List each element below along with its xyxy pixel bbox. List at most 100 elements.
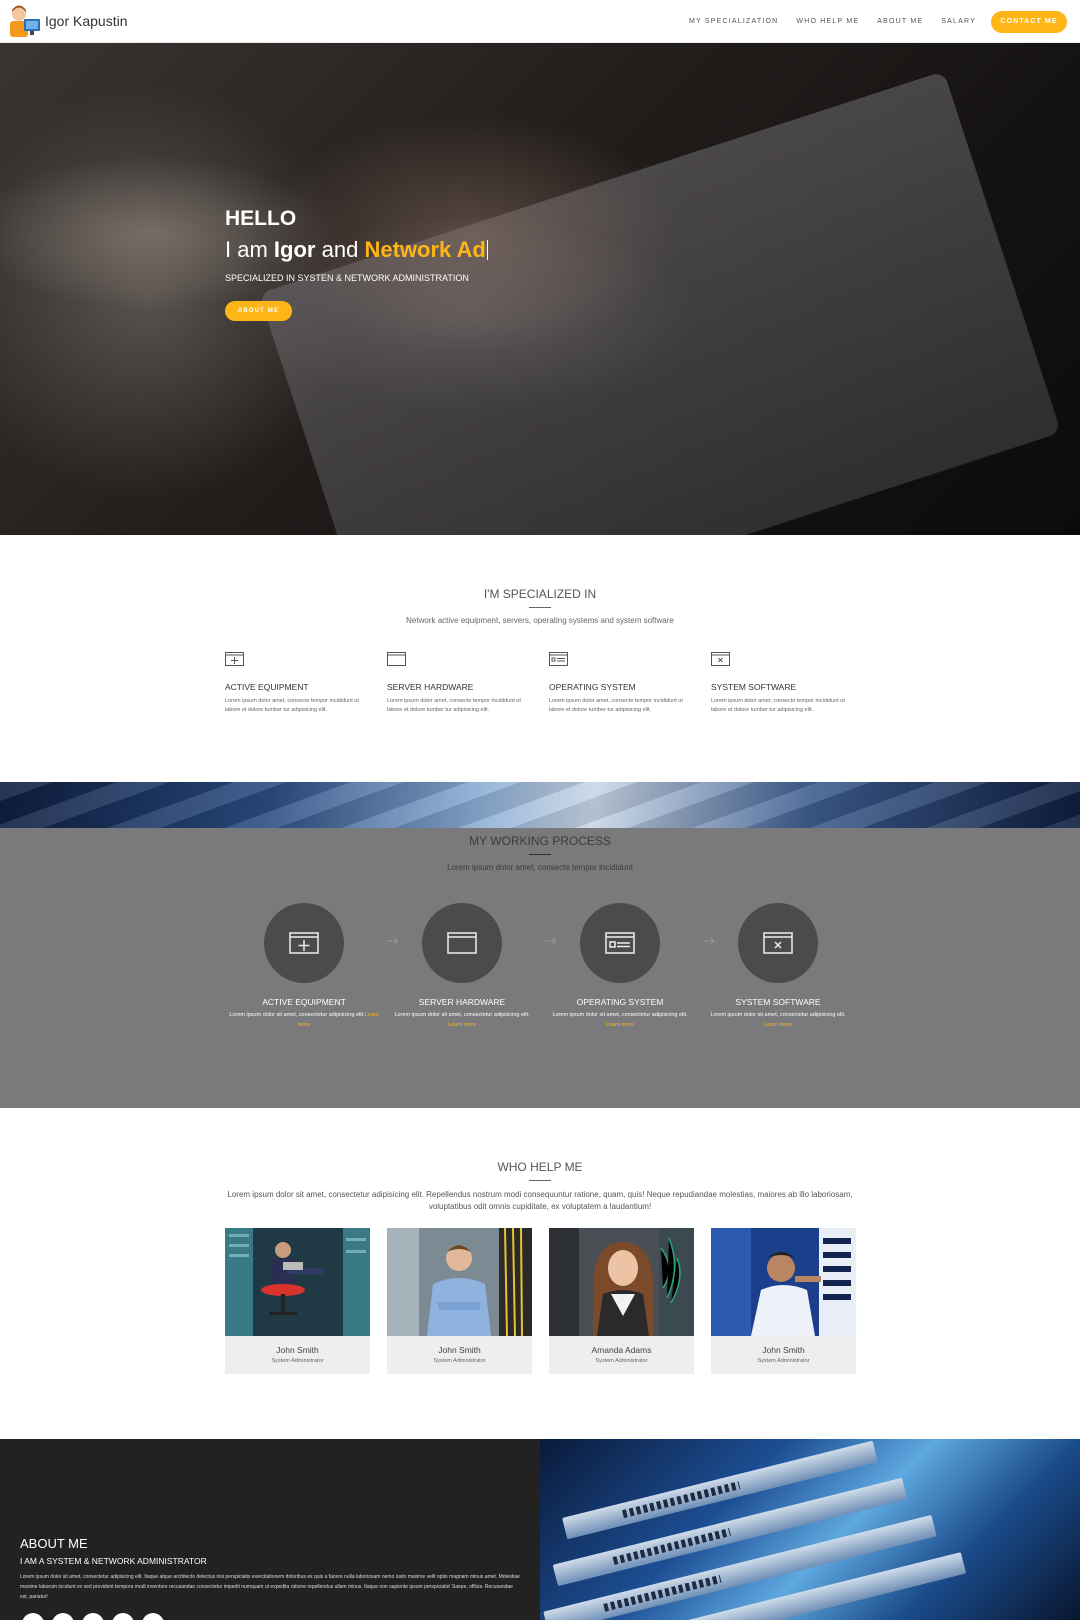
process-circle bbox=[264, 903, 344, 983]
member-role: System Administrator bbox=[271, 1358, 324, 1364]
process-step-title: SYSTEM SOFTWARE bbox=[735, 997, 821, 1007]
who-help-me-section: WHO HELP ME Lorem ipsum dolor sit amet, … bbox=[0, 1108, 1080, 1439]
specialized-grid: ACTIVE EQUIPMENT Lorem ipsum dolor amet,… bbox=[225, 651, 873, 715]
google-plus-icon[interactable] bbox=[112, 1613, 134, 1620]
team-member-card[interactable]: John Smith System Administrator bbox=[225, 1228, 370, 1374]
spec-item: SERVER HARDWARE Lorem ipsum dolor amet, … bbox=[387, 651, 549, 715]
social-links bbox=[22, 1613, 172, 1620]
list-window-icon bbox=[549, 652, 568, 666]
spec-item-title: SYSTEM SOFTWARE bbox=[711, 682, 797, 692]
process-step-text: Lorem ipsum dolor sit amet, consectetur … bbox=[699, 1010, 857, 1030]
specialized-section: I'M SPECIALIZED IN Network active equipm… bbox=[0, 535, 1080, 782]
about-text-panel: ABOUT ME I AM A SYSTEM & NETWORK ADMINIS… bbox=[0, 1439, 540, 1620]
about-subtitle: I AM A SYSTEM & NETWORK ADMINISTRATOR bbox=[20, 1556, 207, 1566]
hero-hello: HELLO bbox=[225, 207, 297, 230]
server-rack-image bbox=[540, 1439, 1080, 1620]
spec-item-text: Lorem ipsum dolor amet, consecte tempor … bbox=[387, 698, 521, 713]
spec-item-text: Lorem ipsum dolor amet, consecte tempor … bbox=[711, 698, 845, 713]
member-photo bbox=[711, 1228, 856, 1336]
nav-links: MY SPECIALIZATION WHO HELP ME ABOUT ME S… bbox=[680, 0, 1067, 43]
hero-subtitle: SPECIALIZED IN SYSTEN & NETWORK ADMINIST… bbox=[225, 273, 469, 283]
contact-me-button[interactable]: CONTACT ME bbox=[991, 10, 1067, 33]
move-window-icon bbox=[225, 652, 244, 666]
section-title: WHO HELP ME bbox=[497, 1160, 583, 1174]
team-member-card[interactable]: John Smith System Administrator bbox=[711, 1228, 856, 1374]
working-process-section: MY WORKING PROCESS Lorem ipsum dolor ame… bbox=[0, 782, 1080, 1108]
nav-link-my-specialization[interactable]: MY SPECIALIZATION bbox=[689, 18, 778, 25]
spec-item: SYSTEM SOFTWARE Lorem ipsum dolor amet, … bbox=[711, 651, 873, 715]
specialized-header: I'M SPECIALIZED IN Network active equipm… bbox=[0, 587, 1080, 625]
spec-item-text: Lorem ipsum dolor amet, consecte tempor … bbox=[549, 698, 683, 713]
avatar-logo-icon bbox=[6, 3, 42, 39]
process-step: SYSTEM SOFTWARE Lorem ipsum dolor sit am… bbox=[699, 903, 857, 1030]
member-photo bbox=[387, 1228, 532, 1336]
process-step-title: ACTIVE EQUIPMENT bbox=[262, 997, 346, 1007]
process-step: → ACTIVE EQUIPMENT Lorem ipsum dolor sit… bbox=[225, 903, 399, 1030]
process-step-text: Lorem ipsum dolor sit amet, consectetur … bbox=[541, 1010, 699, 1030]
member-photo bbox=[549, 1228, 694, 1336]
process-circle bbox=[422, 903, 502, 983]
process-step: → OPERATING SYSTEM Lorem ipsum dolor sit… bbox=[541, 903, 715, 1030]
team-member-card[interactable]: John Smith System Administrator bbox=[387, 1228, 532, 1374]
about-me-button[interactable]: ABOUT ME bbox=[225, 301, 292, 321]
member-name: John Smith bbox=[438, 1345, 481, 1355]
process-step-text: Lorem ipsum dolor sit amet, consectetur … bbox=[383, 1010, 541, 1030]
title-divider bbox=[529, 607, 551, 608]
learn-more-link[interactable]: Learn more bbox=[606, 1022, 634, 1028]
close-window-icon bbox=[711, 652, 730, 666]
section-subtitle: Network active equipment, servers, opera… bbox=[406, 616, 674, 625]
linkedin-icon[interactable] bbox=[82, 1613, 104, 1620]
title-divider bbox=[529, 1180, 551, 1181]
spec-item-text: Lorem ipsum dolor amet, consecte tempor … bbox=[225, 698, 359, 713]
member-photo bbox=[225, 1228, 370, 1336]
member-name: Amanda Adams bbox=[591, 1345, 652, 1355]
process-header: MY WORKING PROCESS Lorem ipsum dolor ame… bbox=[0, 834, 1080, 872]
close-window-icon bbox=[763, 932, 793, 954]
team-grid: John Smith System Administrator John Smi… bbox=[225, 1228, 873, 1374]
process-step: → SERVER HARDWARE Lorem ipsum dolor sit … bbox=[383, 903, 557, 1030]
process-grid: → ACTIVE EQUIPMENT Lorem ipsum dolor sit… bbox=[225, 903, 857, 1030]
process-step-description: Lorem ipsum dolor sit amet, consectetur … bbox=[229, 1012, 365, 1018]
skype-icon[interactable] bbox=[142, 1613, 164, 1620]
section-title: MY WORKING PROCESS bbox=[469, 834, 611, 848]
team-description: Lorem ipsum dolor sit amet, consectetur … bbox=[227, 1190, 853, 1211]
move-window-icon bbox=[289, 932, 319, 954]
twitter-icon[interactable] bbox=[52, 1613, 74, 1620]
hero-i-am: I am bbox=[225, 237, 268, 262]
process-step-title: SERVER HARDWARE bbox=[418, 997, 506, 1007]
about-title: ABOUT ME bbox=[20, 1536, 88, 1551]
process-circle bbox=[738, 903, 818, 983]
about-text: Lorem ipsum dolor sit amet, consectetur … bbox=[20, 1574, 520, 1600]
process-step-description: Lorem ipsum dolor sit amet, consectetur … bbox=[552, 1012, 688, 1018]
list-window-icon bbox=[605, 932, 635, 954]
spec-item: ACTIVE EQUIPMENT Lorem ipsum dolor amet,… bbox=[225, 651, 387, 715]
learn-more-link[interactable]: Learn more bbox=[448, 1022, 476, 1028]
process-step-description: Lorem ipsum dolor sit amet, consectetur … bbox=[394, 1012, 530, 1018]
hero-content: HELLO I am Igor and Network Ad SPECIALIZ… bbox=[225, 207, 488, 321]
team-member-card[interactable]: Amanda Adams System Administrator bbox=[549, 1228, 694, 1374]
process-background-image bbox=[0, 782, 1080, 828]
process-step-text: Lorem ipsum dolor sit amet, consectetur … bbox=[225, 1010, 383, 1030]
spec-item-title: ACTIVE EQUIPMENT bbox=[225, 682, 309, 692]
hero-section: HELLO I am Igor and Network Ad SPECIALIZ… bbox=[0, 43, 1080, 535]
nav-link-about-me[interactable]: ABOUT ME bbox=[877, 18, 923, 25]
spec-item-title: OPERATING SYSTEM bbox=[549, 682, 636, 692]
spec-item-title: SERVER HARDWARE bbox=[387, 682, 474, 692]
process-step-description: Lorem ipsum dolor sit amet, consectetur … bbox=[710, 1012, 846, 1018]
section-title: I'M SPECIALIZED IN bbox=[483, 587, 597, 601]
learn-more-link[interactable]: Learn more bbox=[764, 1022, 792, 1028]
nav-link-salary[interactable]: SALARY bbox=[941, 18, 976, 25]
facebook-icon[interactable] bbox=[22, 1613, 44, 1620]
about-me-section: ABOUT ME I AM A SYSTEM & NETWORK ADMINIS… bbox=[0, 1439, 1080, 1620]
member-role: System Administrator bbox=[757, 1358, 810, 1364]
section-subtitle: Lorem ipsum dolor amet, consecte tempor … bbox=[447, 863, 633, 872]
brand[interactable]: Igor Kapustin bbox=[6, 3, 128, 39]
nav-link-who-help-me[interactable]: WHO HELP ME bbox=[796, 18, 859, 25]
process-circle bbox=[580, 903, 660, 983]
hero-name: Igor bbox=[273, 237, 316, 262]
process-step-title: OPERATING SYSTEM bbox=[576, 997, 664, 1007]
title-divider bbox=[529, 854, 551, 855]
brand-name: Igor Kapustin bbox=[45, 13, 128, 29]
member-name: John Smith bbox=[276, 1345, 319, 1355]
window-icon bbox=[387, 652, 406, 666]
